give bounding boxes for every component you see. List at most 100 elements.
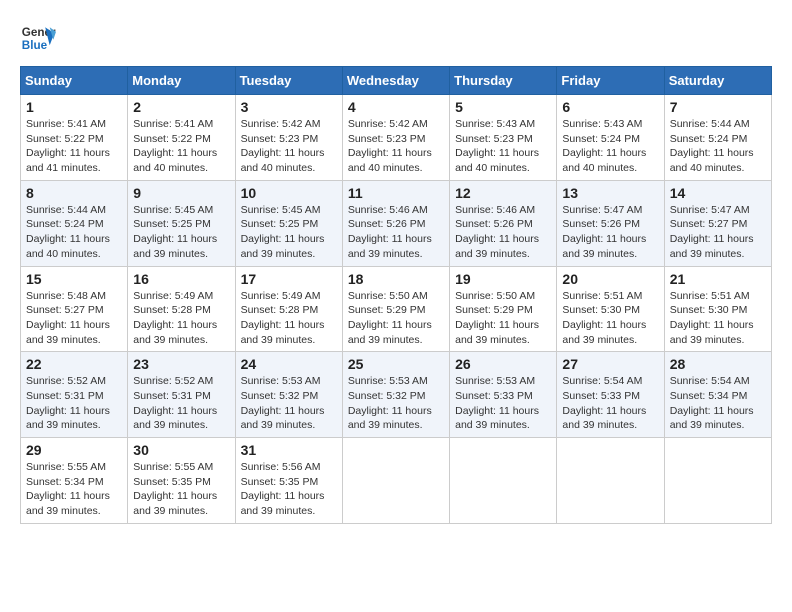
day-cell-5: 5Sunrise: 5:43 AMSunset: 5:23 PMDaylight…: [450, 95, 557, 181]
day-number: 3: [241, 99, 337, 115]
day-number: 27: [562, 356, 658, 372]
day-number: 28: [670, 356, 766, 372]
day-number: 15: [26, 271, 122, 287]
day-info: Sunrise: 5:42 AMSunset: 5:23 PMDaylight:…: [241, 117, 337, 176]
day-cell-1: 1Sunrise: 5:41 AMSunset: 5:22 PMDaylight…: [21, 95, 128, 181]
day-cell-24: 24 Sunrise: 5:53 AMSunset: 5:32 PMDayligh…: [235, 352, 342, 438]
day-number: 14: [670, 185, 766, 201]
day-info: Sunrise: 5:43 AMSunset: 5:24 PMDaylight:…: [562, 117, 658, 176]
day-number: 30: [133, 442, 229, 458]
day-cell-12: 12Sunrise: 5:46 AMSunset: 5:26 PMDayligh…: [450, 180, 557, 266]
day-info: Sunrise: 5:45 AMSunset: 5:25 PMDaylight:…: [241, 203, 337, 262]
day-cell-27: 27 Sunrise: 5:54 AMSunset: 5:33 PMDayligh…: [557, 352, 664, 438]
day-number: 4: [348, 99, 444, 115]
day-info: Sunrise: 5:55 AMSunset: 5:34 PMDaylight:…: [26, 460, 122, 519]
day-info: Sunrise: 5:56 AMSunset: 5:35 PMDaylight:…: [241, 460, 337, 519]
day-info: Sunrise: 5:54 AMSunset: 5:34 PMDaylight:…: [670, 374, 766, 433]
logo: General Blue: [20, 20, 56, 56]
weekday-header-friday: Friday: [557, 67, 664, 95]
day-number: 18: [348, 271, 444, 287]
day-info: Sunrise: 5:53 AMSunset: 5:32 PMDaylight:…: [241, 374, 337, 433]
weekday-header-tuesday: Tuesday: [235, 67, 342, 95]
day-info: Sunrise: 5:51 AMSunset: 5:30 PMDaylight:…: [670, 289, 766, 348]
week-row-5: 29 Sunrise: 5:55 AMSunset: 5:34 PMDayligh…: [21, 438, 772, 524]
day-cell-9: 9 Sunrise: 5:45 AMSunset: 5:25 PMDaylight…: [128, 180, 235, 266]
header: General Blue: [20, 20, 772, 56]
weekday-header-wednesday: Wednesday: [342, 67, 449, 95]
day-cell-20: 20 Sunrise: 5:51 AMSunset: 5:30 PMDayligh…: [557, 266, 664, 352]
day-info: Sunrise: 5:50 AMSunset: 5:29 PMDaylight:…: [455, 289, 551, 348]
day-number: 11: [348, 185, 444, 201]
day-info: Sunrise: 5:46 AMSunset: 5:26 PMDaylight:…: [348, 203, 444, 262]
day-info: Sunrise: 5:42 AMSunset: 5:23 PMDaylight:…: [348, 117, 444, 176]
day-cell-25: 25 Sunrise: 5:53 AMSunset: 5:32 PMDayligh…: [342, 352, 449, 438]
day-number: 13: [562, 185, 658, 201]
day-info: Sunrise: 5:53 AMSunset: 5:32 PMDaylight:…: [348, 374, 444, 433]
day-cell-19: 19 Sunrise: 5:50 AMSunset: 5:29 PMDayligh…: [450, 266, 557, 352]
day-cell-3: 3 Sunrise: 5:42 AMSunset: 5:23 PMDaylight…: [235, 95, 342, 181]
day-cell-22: 22 Sunrise: 5:52 AMSunset: 5:31 PMDayligh…: [21, 352, 128, 438]
day-info: Sunrise: 5:52 AMSunset: 5:31 PMDaylight:…: [133, 374, 229, 433]
empty-cell: [342, 438, 449, 524]
day-number: 31: [241, 442, 337, 458]
day-cell-17: 17 Sunrise: 5:49 AMSunset: 5:28 PMDayligh…: [235, 266, 342, 352]
day-number: 17: [241, 271, 337, 287]
empty-cell: [450, 438, 557, 524]
day-number: 2: [133, 99, 229, 115]
day-cell-23: 23 Sunrise: 5:52 AMSunset: 5:31 PMDayligh…: [128, 352, 235, 438]
day-info: Sunrise: 5:46 AMSunset: 5:26 PMDaylight:…: [455, 203, 551, 262]
day-cell-6: 6Sunrise: 5:43 AMSunset: 5:24 PMDaylight…: [557, 95, 664, 181]
day-cell-2: 2 Sunrise: 5:41 AMSunset: 5:22 PMDaylight…: [128, 95, 235, 181]
day-info: Sunrise: 5:52 AMSunset: 5:31 PMDaylight:…: [26, 374, 122, 433]
day-info: Sunrise: 5:43 AMSunset: 5:23 PMDaylight:…: [455, 117, 551, 176]
day-number: 24: [241, 356, 337, 372]
day-cell-4: 4 Sunrise: 5:42 AMSunset: 5:23 PMDaylight…: [342, 95, 449, 181]
day-number: 25: [348, 356, 444, 372]
day-number: 29: [26, 442, 122, 458]
day-info: Sunrise: 5:47 AMSunset: 5:27 PMDaylight:…: [670, 203, 766, 262]
day-info: Sunrise: 5:55 AMSunset: 5:35 PMDaylight:…: [133, 460, 229, 519]
day-number: 19: [455, 271, 551, 287]
week-row-2: 8 Sunrise: 5:44 AMSunset: 5:24 PMDaylight…: [21, 180, 772, 266]
day-info: Sunrise: 5:47 AMSunset: 5:26 PMDaylight:…: [562, 203, 658, 262]
day-info: Sunrise: 5:54 AMSunset: 5:33 PMDaylight:…: [562, 374, 658, 433]
day-cell-31: 31 Sunrise: 5:56 AMSunset: 5:35 PMDayligh…: [235, 438, 342, 524]
day-cell-29: 29 Sunrise: 5:55 AMSunset: 5:34 PMDayligh…: [21, 438, 128, 524]
day-info: Sunrise: 5:53 AMSunset: 5:33 PMDaylight:…: [455, 374, 551, 433]
empty-cell: [557, 438, 664, 524]
day-cell-26: 26 Sunrise: 5:53 AMSunset: 5:33 PMDayligh…: [450, 352, 557, 438]
day-info: Sunrise: 5:49 AMSunset: 5:28 PMDaylight:…: [241, 289, 337, 348]
day-cell-11: 11 Sunrise: 5:46 AMSunset: 5:26 PMDayligh…: [342, 180, 449, 266]
weekday-header-saturday: Saturday: [664, 67, 771, 95]
logo-icon: General Blue: [20, 20, 56, 56]
day-info: Sunrise: 5:50 AMSunset: 5:29 PMDaylight:…: [348, 289, 444, 348]
day-cell-7: 7Sunrise: 5:44 AMSunset: 5:24 PMDaylight…: [664, 95, 771, 181]
day-number: 26: [455, 356, 551, 372]
day-info: Sunrise: 5:41 AMSunset: 5:22 PMDaylight:…: [133, 117, 229, 176]
day-info: Sunrise: 5:45 AMSunset: 5:25 PMDaylight:…: [133, 203, 229, 262]
svg-text:Blue: Blue: [22, 39, 48, 52]
day-cell-28: 28 Sunrise: 5:54 AMSunset: 5:34 PMDayligh…: [664, 352, 771, 438]
weekday-header-monday: Monday: [128, 67, 235, 95]
day-number: 21: [670, 271, 766, 287]
empty-cell: [664, 438, 771, 524]
day-cell-16: 16Sunrise: 5:49 AMSunset: 5:28 PMDayligh…: [128, 266, 235, 352]
day-info: Sunrise: 5:51 AMSunset: 5:30 PMDaylight:…: [562, 289, 658, 348]
day-cell-30: 30 Sunrise: 5:55 AMSunset: 5:35 PMDayligh…: [128, 438, 235, 524]
day-cell-15: 15 Sunrise: 5:48 AMSunset: 5:27 PMDayligh…: [21, 266, 128, 352]
day-info: Sunrise: 5:44 AMSunset: 5:24 PMDaylight:…: [26, 203, 122, 262]
weekday-header-row: SundayMondayTuesdayWednesdayThursdayFrid…: [21, 67, 772, 95]
day-number: 9: [133, 185, 229, 201]
day-number: 10: [241, 185, 337, 201]
day-cell-13: 13 Sunrise: 5:47 AMSunset: 5:26 PMDayligh…: [557, 180, 664, 266]
day-number: 22: [26, 356, 122, 372]
day-info: Sunrise: 5:41 AMSunset: 5:22 PMDaylight:…: [26, 117, 122, 176]
calendar-table: SundayMondayTuesdayWednesdayThursdayFrid…: [20, 66, 772, 524]
day-number: 8: [26, 185, 122, 201]
day-number: 23: [133, 356, 229, 372]
day-cell-8: 8 Sunrise: 5:44 AMSunset: 5:24 PMDaylight…: [21, 180, 128, 266]
day-number: 20: [562, 271, 658, 287]
week-row-1: 1Sunrise: 5:41 AMSunset: 5:22 PMDaylight…: [21, 95, 772, 181]
day-info: Sunrise: 5:48 AMSunset: 5:27 PMDaylight:…: [26, 289, 122, 348]
day-number: 16: [133, 271, 229, 287]
